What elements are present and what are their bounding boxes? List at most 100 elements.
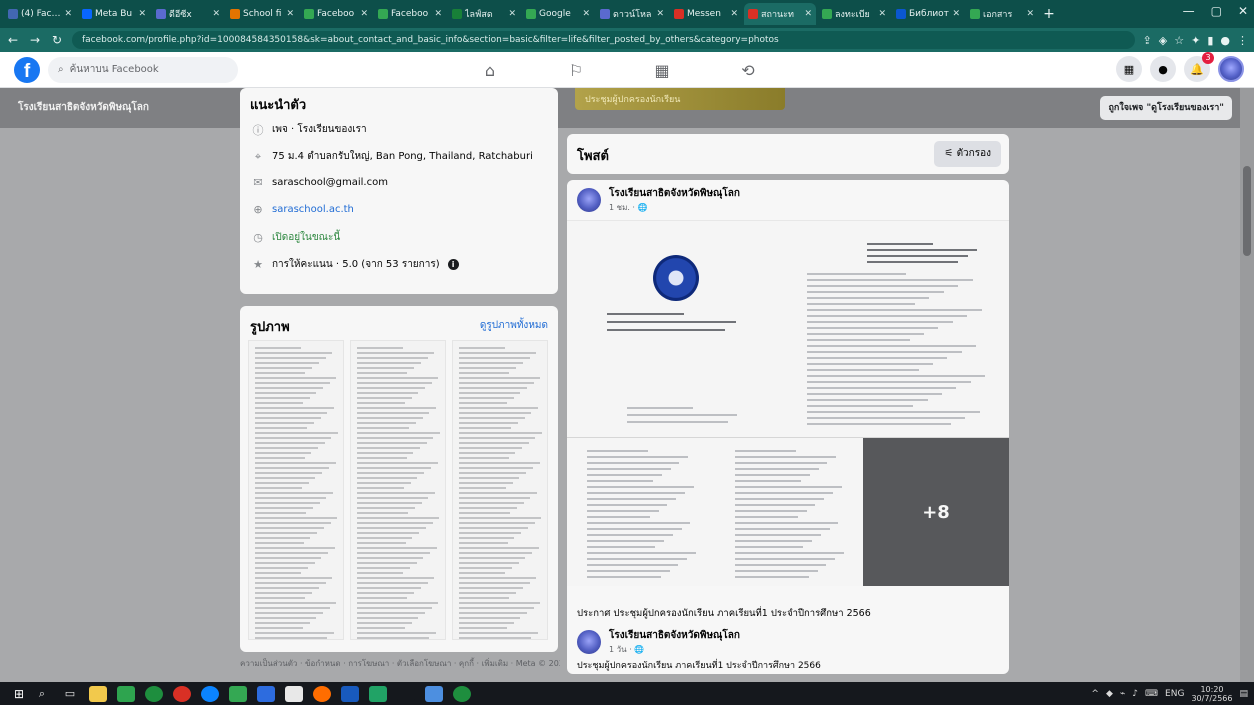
profile-icon[interactable]: ● [1220, 34, 1230, 47]
app-icon[interactable] [117, 685, 135, 702]
app-icon[interactable] [397, 685, 415, 702]
browser-tab[interactable]: School fi ✕ [226, 3, 298, 25]
scrollbar-thumb[interactable] [1243, 166, 1251, 256]
task-view-icon[interactable]: ▭ [61, 687, 79, 700]
home-icon[interactable]: ⌂ [470, 61, 510, 80]
puzzle-icon[interactable]: ✦ [1191, 34, 1200, 47]
notification-center-icon[interactable]: ▤ [1239, 689, 1248, 699]
tab-close-icon[interactable]: ✕ [952, 9, 960, 19]
facebook-logo[interactable]: f [14, 56, 40, 83]
tab-close-icon[interactable]: ✕ [434, 9, 442, 19]
see-all-photos-link[interactable]: ดูรูปภาพทั้งหมด [480, 318, 548, 333]
account-avatar[interactable] [1218, 56, 1244, 82]
network-icon[interactable]: ⌁ [1120, 689, 1125, 699]
tab-close-icon[interactable]: ✕ [582, 9, 590, 19]
browser-tab[interactable]: ดาวน์โหล ✕ [596, 3, 668, 25]
tab-close-icon[interactable]: ✕ [1026, 9, 1034, 19]
reload-icon[interactable]: ↻ [50, 33, 64, 47]
tab-close-icon[interactable]: ✕ [878, 9, 886, 19]
browser-tab[interactable]: ไลฟ์สด ✕ [448, 3, 520, 25]
app-icon[interactable] [285, 685, 303, 702]
photo-thumbnail[interactable] [350, 340, 446, 640]
search-icon[interactable]: ⌕ [33, 687, 51, 701]
excel-icon[interactable] [369, 685, 387, 702]
chrome-profile-icon[interactable] [173, 685, 191, 702]
browser-tab[interactable]: Библиот ✕ [892, 3, 964, 25]
browser-tab[interactable]: Google ✕ [522, 3, 594, 25]
messenger-icon[interactable]: ● [1150, 56, 1176, 82]
tab-close-icon[interactable]: ✕ [360, 9, 368, 19]
photo-thumbnail[interactable] [452, 340, 548, 640]
browser-tab[interactable]: Meta Bu ✕ [78, 3, 150, 25]
tab-close-icon[interactable]: ✕ [138, 9, 146, 19]
tab-close-icon[interactable]: ✕ [656, 9, 664, 19]
app-icon[interactable] [257, 685, 275, 702]
pages-flag-icon[interactable]: ⚐ [556, 61, 596, 80]
app-icon[interactable] [313, 685, 331, 702]
page-scrollbar[interactable] [1240, 88, 1254, 682]
apps-menu-icon[interactable]: ▦ [1116, 56, 1142, 82]
tab-close-icon[interactable]: ✕ [508, 9, 516, 19]
post-image-thumb[interactable] [715, 438, 863, 586]
tab-close-icon[interactable]: ✕ [286, 9, 294, 19]
browser-tab[interactable]: Faceboo ✕ [374, 3, 446, 25]
sidebar-icon[interactable]: ▮ [1207, 34, 1213, 47]
windows-start-icon[interactable]: ⊞ [10, 687, 28, 701]
photo-thumbnail[interactable] [248, 340, 344, 640]
like-page-button[interactable]: ถูกใจเพจ "ดูโรงเรียนของเรา" [1100, 96, 1232, 120]
file-explorer-icon[interactable] [89, 685, 107, 702]
browser-tab[interactable]: ลงทะเบีย ✕ [818, 3, 890, 25]
page-avatar[interactable] [577, 630, 601, 654]
ads-megaphone-icon[interactable]: ⟲ [728, 61, 768, 80]
word-icon[interactable] [341, 685, 359, 702]
browser-tab[interactable]: Faceboo ✕ [300, 3, 372, 25]
intro-row[interactable]: ◷ เปิดอยู่ในขณะนี้ [252, 230, 340, 245]
tray-app-icon[interactable]: ◆ [1106, 689, 1113, 699]
post-time[interactable]: 1 ชม. · 🌐 [609, 201, 740, 214]
back-icon[interactable]: ← [6, 33, 20, 47]
tab-close-icon[interactable]: ✕ [804, 9, 812, 19]
tab-close-icon[interactable]: ✕ [64, 9, 72, 19]
browser-tab[interactable]: (4) Faceb ✕ [4, 3, 76, 25]
chrome-icon[interactable] [453, 685, 471, 702]
post-author[interactable]: โรงเรียนสาธิตจังหวัดพิษณุโลก [609, 186, 740, 201]
post-image-thumb[interactable] [567, 438, 715, 586]
photos-icon[interactable] [425, 685, 443, 702]
minimize-button[interactable]: — [1183, 4, 1195, 18]
filter-button[interactable]: ⚟ ตัวกรอง [934, 141, 1001, 167]
post2-time[interactable]: 1 วัน · 🌐 [609, 643, 740, 656]
keyboard-icon[interactable]: ⌨ [1145, 689, 1158, 699]
search-box[interactable]: ⌕ ค้นหาบน Facebook [48, 56, 238, 83]
chrome-icon[interactable] [145, 685, 163, 702]
marketplace-icon[interactable]: ▦ [642, 61, 682, 80]
edge-icon[interactable] [201, 685, 219, 702]
close-window-button[interactable]: ✕ [1238, 4, 1248, 18]
browser-tab[interactable]: เอกสาร ✕ [966, 3, 1038, 25]
app-icon[interactable] [229, 685, 247, 702]
intro-row[interactable]: ⊕ saraschool.ac.th [252, 203, 354, 216]
browser-tab[interactable]: สถานะท ✕ [744, 3, 816, 25]
tab-close-icon[interactable]: ✕ [730, 9, 738, 19]
address-bar[interactable]: facebook.com/profile.php?id=100084584350… [72, 31, 1135, 49]
post2-author[interactable]: โรงเรียนสาธิตจังหวัดพิษณุโลก [609, 628, 740, 643]
menu-icon[interactable]: ⋮ [1237, 34, 1248, 47]
intro-row[interactable]: ✉ saraschool@gmail.com [252, 176, 388, 189]
rating-info-icon[interactable]: i [447, 259, 459, 270]
browser-tab[interactable]: ดีอีซีx ✕ [152, 3, 224, 25]
clock[interactable]: 10:20 30/7/2566 [1191, 685, 1232, 703]
cover-photo[interactable]: ประชุมผู้ปกครองนักเรียน [575, 88, 785, 110]
search-input[interactable]: ค้นหาบน Facebook [70, 62, 159, 77]
share-icon[interactable]: ⇪ [1143, 34, 1152, 47]
volume-icon[interactable]: ♪ [1132, 689, 1138, 699]
extension-icon[interactable]: ◈ [1159, 34, 1167, 47]
more-photos-overlay[interactable]: +8 [863, 438, 1009, 586]
page-avatar[interactable] [577, 188, 601, 212]
bookmark-star-icon[interactable]: ☆ [1174, 34, 1184, 47]
footer-links[interactable]: ความเป็นส่วนตัว · ข้อกำหนด · การโฆษณา · … [240, 657, 560, 670]
language-indicator[interactable]: ENG [1165, 689, 1184, 699]
new-tab-button[interactable]: + [1040, 6, 1058, 22]
maximize-button[interactable]: ▢ [1211, 4, 1222, 18]
browser-tab[interactable]: Messen ✕ [670, 3, 742, 25]
post-main-image[interactable] [567, 220, 1009, 438]
forward-icon[interactable]: → [28, 33, 42, 47]
